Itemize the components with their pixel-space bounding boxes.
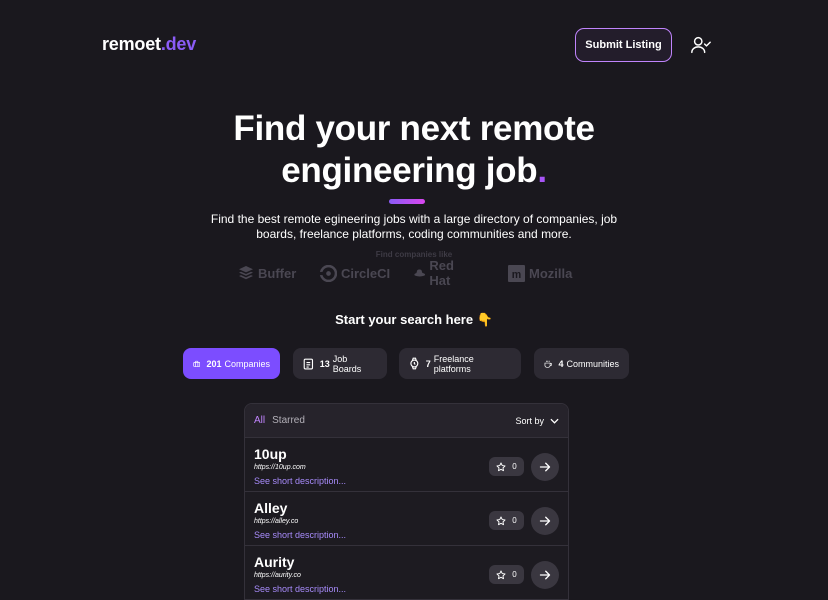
tab-communities-label: Communities [566,358,619,369]
buffer-icon [239,266,253,280]
star-button[interactable]: 0 [489,565,524,584]
star-count: 0 [512,516,517,525]
see-description-link[interactable]: See short description... [254,530,346,540]
logo-accent: .dev [160,34,197,54]
open-company-button[interactable] [531,453,559,481]
star-icon [496,461,506,471]
user-check-icon[interactable] [690,34,712,56]
star-count: 0 [512,570,517,579]
brand-buffer: Buffer [238,263,296,283]
find-companies-label: Find companies like [375,250,453,259]
star-icon [496,515,506,525]
brand-circleci-label: CircleCI [341,265,391,281]
brand-redhat: Red Hat [414,258,461,288]
hero-heading: Find your next remote engineering job. [0,108,828,192]
tab-companies[interactable]: 201 Companies [183,348,280,379]
logo-main: remoet [102,34,161,54]
circleci-icon [320,264,337,282]
chevron-down-icon [550,418,559,424]
brand-circleci: CircleCI [320,263,390,283]
submit-listing-button[interactable]: Submit Listing [575,28,672,62]
star-count: 0 [512,462,517,471]
tab-freelance-count: 7 [425,358,431,369]
brand-buffer-label: Buffer [258,265,297,281]
company-name: Aurity [254,554,295,570]
list-item: 10up https://10up.com See short descript… [245,438,568,492]
brand-mozilla: m Mozilla [508,263,572,283]
arrow-right-icon [539,516,551,526]
hero-accent-dot: . [537,151,547,190]
tab-freelance-label: Freelance platforms [433,353,474,374]
open-company-button[interactable] [531,561,559,589]
star-button[interactable]: 0 [489,511,524,530]
hero-line-2-text: engineering job [281,151,538,190]
star-button[interactable]: 0 [489,457,524,476]
svg-text:m: m [512,268,521,280]
redhat-icon [414,269,426,277]
search-heading: Start your search here 👇 [335,312,493,327]
hero-line-1: Find your next remote [233,109,595,148]
tab-companies-count: 201 [206,358,222,369]
watch-icon [410,357,419,370]
company-name: 10up [254,446,287,462]
see-description-link[interactable]: See short description... [254,476,346,486]
hero-line-2: engineering job. [0,150,828,192]
filter-all[interactable]: All [254,415,265,426]
brand-redhat-label: Red Hat [429,258,454,288]
arrow-right-icon [539,570,551,580]
list-header: All Starred Sort by [245,404,568,438]
list-item: Alley https://alley.co See short descrip… [245,492,568,546]
tab-freelance-platforms[interactable]: 7 Freelance platforms [399,348,521,379]
tab-job-boards[interactable]: 13 Job Boards [293,348,387,379]
tab-job-boards-count: 13 [319,358,330,369]
arrow-right-icon [539,462,551,472]
company-url: https://aurity.co [254,572,301,579]
tab-communities-count: 4 [558,358,564,369]
open-company-button[interactable] [531,507,559,535]
see-description-link[interactable]: See short description... [254,584,346,594]
tab-companies-label: Companies [224,358,270,369]
tab-job-boards-label: Job Boards [332,353,362,374]
company-list: All Starred Sort by 10up https://10up.co… [244,403,569,600]
brand-mozilla-label: Mozilla [529,265,573,281]
briefcase-icon [193,360,201,367]
sort-by-label: Sort by [515,415,544,426]
site-logo[interactable]: remoet.dev [102,34,196,55]
tab-communities[interactable]: 4 Communities [534,348,629,379]
hero-subtitle: Find the best remote egineering jobs wit… [210,212,618,241]
coffee-cup-icon [544,360,553,368]
list-item: Aurity https://aurity.co See short descr… [245,546,568,600]
company-url: https://10up.com [254,464,306,471]
filter-starred[interactable]: Starred [272,415,305,426]
mozilla-icon: m [508,264,525,282]
company-url: https://alley.co [254,518,299,525]
sort-by-dropdown[interactable]: Sort by [515,416,559,426]
star-icon [496,569,506,579]
hero-underline-bar [389,199,425,204]
company-name: Alley [254,500,288,516]
document-icon [303,358,314,369]
